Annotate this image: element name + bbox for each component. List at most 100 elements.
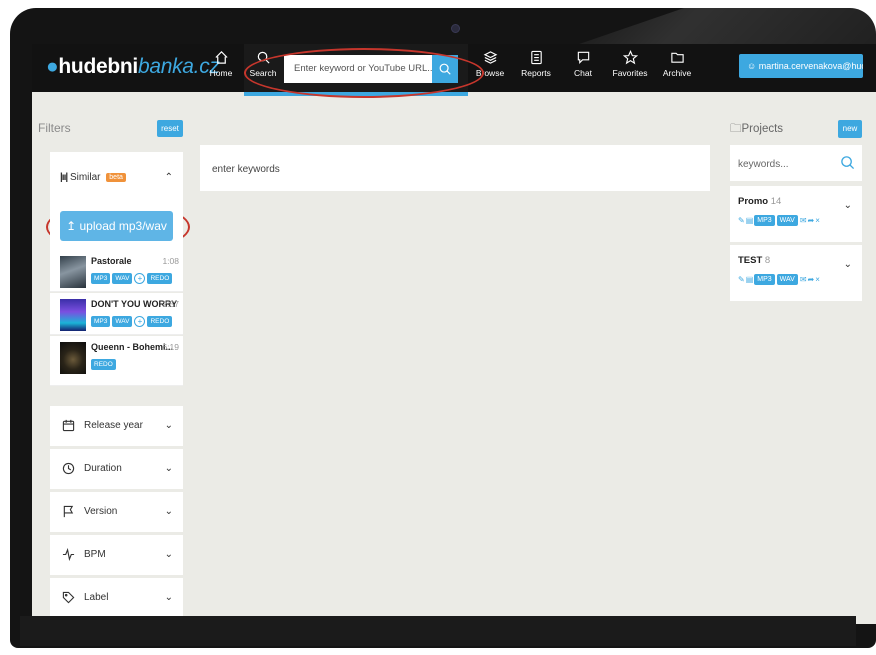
new-project-button[interactable]: new xyxy=(838,120,862,138)
track-badges: MP3 WAV + REDO xyxy=(91,270,174,288)
projects-title: 🗀Projects xyxy=(730,121,783,140)
track-duration: 6:19 xyxy=(162,342,179,352)
chevron-down-icon[interactable]: ⌄ xyxy=(844,200,852,211)
mp3-badge[interactable]: MP3 xyxy=(91,273,111,285)
nav-home[interactable]: Home xyxy=(198,50,244,78)
keywords-input[interactable]: enter keywords xyxy=(200,145,710,191)
chevron-down-icon[interactable]: ⌄ xyxy=(844,259,852,270)
track-cover xyxy=(60,342,86,374)
project-name: TEST xyxy=(738,255,763,266)
app-screen: ●hudebnibanka.cz Home Search Enter keywo… xyxy=(32,44,876,624)
project-name-row: Promo 14 xyxy=(738,196,781,207)
clock-icon xyxy=(62,462,75,475)
chat-icon xyxy=(577,51,589,65)
chevron-down-icon: ⌄ xyxy=(164,506,173,517)
similar-filter-header[interactable]: |ıı| Similar beta ⌃ xyxy=(50,152,183,202)
track-duration: 1:08 xyxy=(162,256,179,266)
delete-icon[interactable]: × xyxy=(815,216,820,225)
laptop-frame: ●hudebnibanka.cz Home Search Enter keywo… xyxy=(0,0,876,655)
search-submit-button[interactable] xyxy=(432,55,458,83)
filter-label: Version xyxy=(84,506,118,517)
track-item[interactable]: Pastorale 1:08 MP3 WAV + REDO xyxy=(50,250,183,292)
add-circle-icon[interactable]: + xyxy=(134,273,146,285)
filter-bpm[interactable]: BPM ⌄ xyxy=(50,535,183,575)
search-input[interactable]: Enter keyword or YouTube URL... xyxy=(284,55,432,83)
filter-duration[interactable]: Duration ⌄ xyxy=(50,449,183,489)
chevron-down-icon: ⌄ xyxy=(164,549,173,560)
wav-badge[interactable]: WAV xyxy=(776,274,798,286)
nav-favorites-label: Favorites xyxy=(612,68,648,78)
nav-favorites[interactable]: Favorites xyxy=(607,50,653,78)
wav-badge[interactable]: WAV xyxy=(776,215,798,227)
track-cover xyxy=(60,256,86,288)
track-duration: 2:57 xyxy=(162,299,179,309)
edit-icon[interactable]: ✎ xyxy=(738,216,745,225)
document-icon[interactable]: ▤ xyxy=(746,216,754,225)
nav-archive-label: Archive xyxy=(662,68,692,78)
mp3-badge[interactable]: MP3 xyxy=(754,215,775,227)
nav-reports[interactable]: Reports xyxy=(513,50,559,78)
search-icon xyxy=(257,51,270,64)
logo-icon: ● xyxy=(46,55,59,78)
filter-label-tag[interactable]: Label ⌄ xyxy=(50,578,183,618)
delete-icon[interactable]: × xyxy=(815,275,820,284)
search-icon xyxy=(439,63,451,75)
user-account-button[interactable]: ☺ martina.cervenakova@hude... xyxy=(739,54,863,78)
nav-browse[interactable]: Browse xyxy=(467,50,513,78)
wav-badge[interactable]: WAV xyxy=(112,273,133,285)
project-count: 14 xyxy=(770,196,782,207)
track-badges: REDO xyxy=(91,356,118,374)
flag-icon xyxy=(63,505,74,518)
track-title: Pastorale xyxy=(91,256,132,266)
filter-label: Duration xyxy=(84,463,122,474)
pulse-icon xyxy=(62,548,75,561)
nav-chat[interactable]: Chat xyxy=(560,50,606,78)
share-icon[interactable]: ➦ xyxy=(808,275,815,284)
nav-chat-label: Chat xyxy=(574,68,592,78)
mp3-badge[interactable]: MP3 xyxy=(754,274,775,286)
document-icon[interactable]: ▤ xyxy=(746,275,754,284)
nav-archive[interactable]: Archive xyxy=(654,50,700,78)
calendar-icon xyxy=(62,419,75,432)
redo-badge[interactable]: REDO xyxy=(147,316,173,328)
reset-button[interactable]: reset xyxy=(157,120,183,137)
similar-label-group: |ıı| Similar beta xyxy=(60,172,126,183)
filter-label: Release year xyxy=(84,420,143,431)
search-icon[interactable] xyxy=(840,155,855,170)
waveform-icon: |ıı| xyxy=(60,172,68,183)
project-actions: ✎▤ MP3 WAV ✉➦× xyxy=(738,212,821,230)
logo[interactable]: ●hudebnibanka.cz xyxy=(46,55,220,79)
redo-badge[interactable]: REDO xyxy=(147,273,173,285)
projects-title-label: Projects xyxy=(741,123,784,135)
projects-search-placeholder: keywords... xyxy=(738,159,789,170)
tag-icon xyxy=(62,591,75,604)
user-icon: ☺ xyxy=(747,61,757,71)
project-actions: ✎▤ MP3 WAV ✉➦× xyxy=(738,271,821,289)
home-icon xyxy=(214,51,228,64)
nav-search[interactable]: Search xyxy=(240,50,286,78)
email-icon[interactable]: ✉ xyxy=(800,216,807,225)
edit-icon[interactable]: ✎ xyxy=(738,275,745,284)
filters-title: Filters xyxy=(38,121,71,135)
add-circle-icon[interactable]: + xyxy=(134,316,146,328)
webcam xyxy=(451,24,460,33)
nav-home-label: Home xyxy=(209,68,233,78)
logo-italic: banka xyxy=(137,55,194,78)
upload-button[interactable]: ↥ upload mp3/wav xyxy=(60,211,173,241)
filter-version[interactable]: Version ⌄ xyxy=(50,492,183,532)
mp3-badge[interactable]: MP3 xyxy=(91,316,111,328)
filter-release-year[interactable]: Release year ⌄ xyxy=(50,406,183,446)
track-item[interactable]: DON'T YOU WORRY 2:57 MP3 WAV + REDO xyxy=(50,293,183,335)
chevron-down-icon: ⌄ xyxy=(164,463,173,474)
share-icon[interactable]: ➦ xyxy=(808,216,815,225)
project-card[interactable]: Promo 14 ⌄ ✎▤ MP3 WAV ✉➦× xyxy=(730,186,862,242)
email-icon[interactable]: ✉ xyxy=(800,275,807,284)
project-card[interactable]: TEST 8 ⌄ ✎▤ MP3 WAV ✉➦× xyxy=(730,245,862,301)
track-item[interactable]: Queenn - Bohemi... 6:19 REDO xyxy=(50,336,183,386)
wav-badge[interactable]: WAV xyxy=(112,316,133,328)
top-navigation-bar: ●hudebnibanka.cz Home Search Enter keywo… xyxy=(32,44,876,96)
chevron-down-icon: ⌄ xyxy=(164,420,173,431)
projects-search-input[interactable]: keywords... xyxy=(730,145,862,181)
project-count: 8 xyxy=(764,255,771,266)
redo-badge[interactable]: REDO xyxy=(91,359,116,371)
